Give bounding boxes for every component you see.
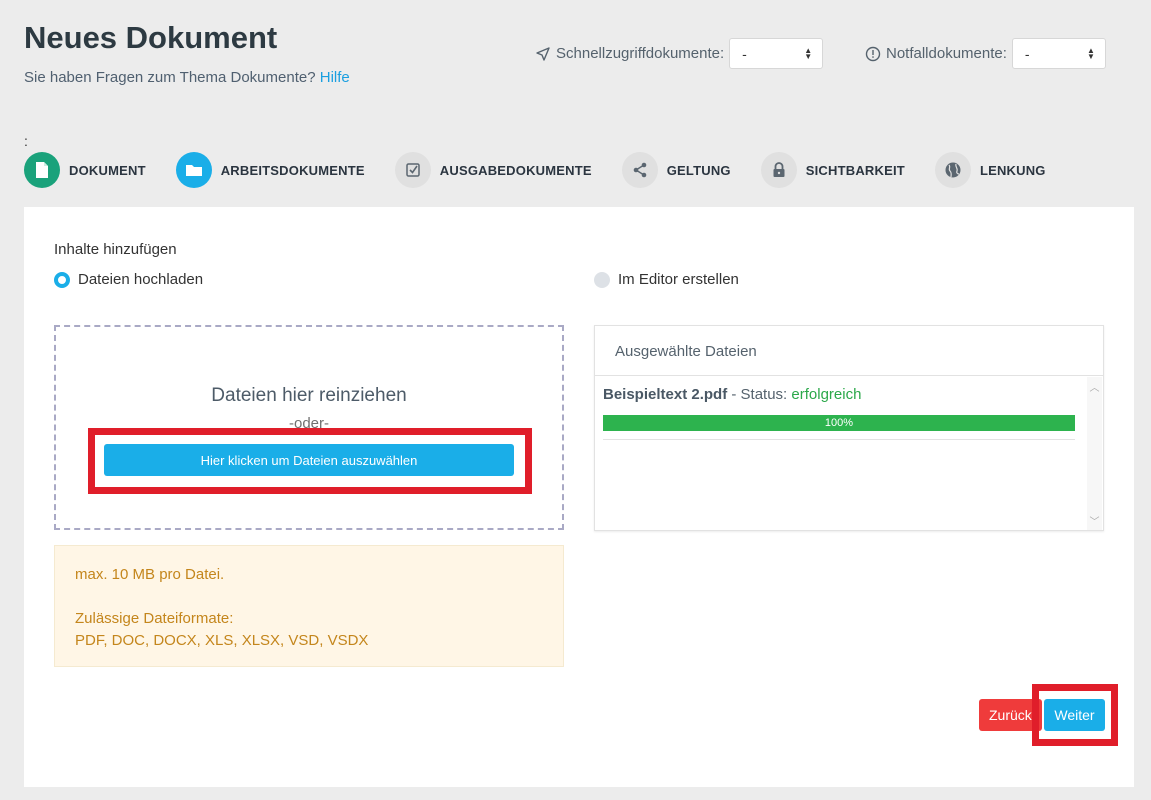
share-icon xyxy=(621,152,658,188)
select-arrows-icon: ▲ ▼ xyxy=(804,45,813,61)
wizard-steps: DOKUMENT ARBEITSDOKUMENTE AUSGABEDOKUMEN… xyxy=(24,152,1046,188)
quick-access-group: Schnellzugriffdokumente: - ▲ ▼ xyxy=(535,38,824,69)
send-arrow-icon xyxy=(535,46,551,62)
divider xyxy=(603,439,1075,440)
select-files-button[interactable]: Hier klicken um Dateien auszuwählen xyxy=(104,444,514,476)
page-subtitle: Sie haben Fragen zum Thema Dokumente? Hi… xyxy=(24,69,350,86)
radio-unchecked-icon xyxy=(594,271,610,288)
step-dokument[interactable]: DOKUMENT xyxy=(24,152,146,188)
radio-editor[interactable]: Im Editor erstellen xyxy=(594,271,739,288)
step-label: AUSGABEDOKUMENTE xyxy=(439,162,592,178)
subtitle-text: Sie haben Fragen zum Thema Dokumente? xyxy=(24,69,316,86)
step-label: SICHTBARKEIT xyxy=(805,162,905,178)
help-link[interactable]: Hilfe xyxy=(320,69,350,86)
section-label: Inhalte hinzufügen xyxy=(54,241,177,258)
emergency-value: - xyxy=(1024,45,1030,62)
dropzone-title: Dateien hier reinziehen xyxy=(211,385,407,406)
selected-files-panel: Ausgewählte Dateien Beispieltext 2.pdf -… xyxy=(594,325,1104,531)
steps-prefix: : xyxy=(24,133,28,149)
status-value: erfolgreich xyxy=(791,386,862,403)
quick-access-label: Schnellzugriffdokumente: xyxy=(556,45,725,62)
file-name: Beispieltext 2.pdf xyxy=(603,386,728,403)
content-panel: Inhalte hinzufügen Dateien hochladen Im … xyxy=(24,207,1134,787)
checkbox-icon xyxy=(394,152,431,188)
step-arbeitsdokumente[interactable]: ARBEITSDOKUMENTE xyxy=(175,152,365,188)
globe-icon xyxy=(934,152,971,188)
selected-files-title: Ausgewählte Dateien xyxy=(595,326,1103,376)
step-sichtbarkeit[interactable]: SICHTBARKEIT xyxy=(760,152,905,188)
radio-editor-label: Im Editor erstellen xyxy=(618,271,739,288)
formats-label: Zulässige Dateiformate: xyxy=(75,610,234,627)
formats-list: PDF, DOC, DOCX, XLS, XLSX, VSD, VSDX xyxy=(75,632,369,649)
list-item: Beispieltext 2.pdf - Status: erfolgreich xyxy=(603,386,1075,403)
step-label: DOKUMENT xyxy=(69,162,146,178)
chevron-up-icon[interactable]: ︿ xyxy=(1087,379,1102,394)
status-label: - Status: xyxy=(731,386,788,403)
quick-access-value: - xyxy=(742,45,747,62)
step-geltung[interactable]: GELTUNG xyxy=(621,152,731,188)
radio-checked-icon xyxy=(54,271,70,288)
radio-upload[interactable]: Dateien hochladen xyxy=(54,271,203,288)
file-dropzone[interactable]: Dateien hier reinziehen -oder- Hier klic… xyxy=(54,325,564,530)
progress-fill: 100% xyxy=(603,415,1075,431)
emergency-group: Notfalldokumente: - ▲ ▼ xyxy=(865,38,1106,69)
step-label: GELTUNG xyxy=(666,162,731,178)
select-arrows-icon: ▲ ▼ xyxy=(1086,45,1095,61)
alert-circle-icon xyxy=(865,46,881,62)
quick-access-select[interactable]: - ▲ ▼ xyxy=(729,38,824,69)
upload-info-box: max. 10 MB pro Datei. Zulässige Dateifor… xyxy=(54,545,564,667)
document-icon xyxy=(24,152,60,188)
lock-icon xyxy=(760,152,797,188)
scrollbar[interactable]: ︿ ﹀ xyxy=(1087,377,1102,530)
step-ausgabedokumente[interactable]: AUSGABEDOKUMENTE xyxy=(394,152,592,188)
max-size-text: max. 10 MB pro Datei. xyxy=(75,566,225,583)
step-lenkung[interactable]: LENKUNG xyxy=(934,152,1046,188)
step-label: LENKUNG xyxy=(979,162,1046,178)
upload-progress-bar: 100% xyxy=(603,415,1075,431)
page-title: Neues Dokument xyxy=(24,20,278,55)
next-button[interactable]: Weiter xyxy=(1044,699,1105,731)
emergency-select[interactable]: - ▲ ▼ xyxy=(1011,38,1106,69)
folder-icon xyxy=(175,152,212,188)
step-label: ARBEITSDOKUMENTE xyxy=(220,162,365,178)
chevron-down-icon[interactable]: ﹀ xyxy=(1087,513,1102,528)
emergency-label: Notfalldokumente: xyxy=(886,45,1007,62)
radio-upload-label: Dateien hochladen xyxy=(78,271,204,288)
